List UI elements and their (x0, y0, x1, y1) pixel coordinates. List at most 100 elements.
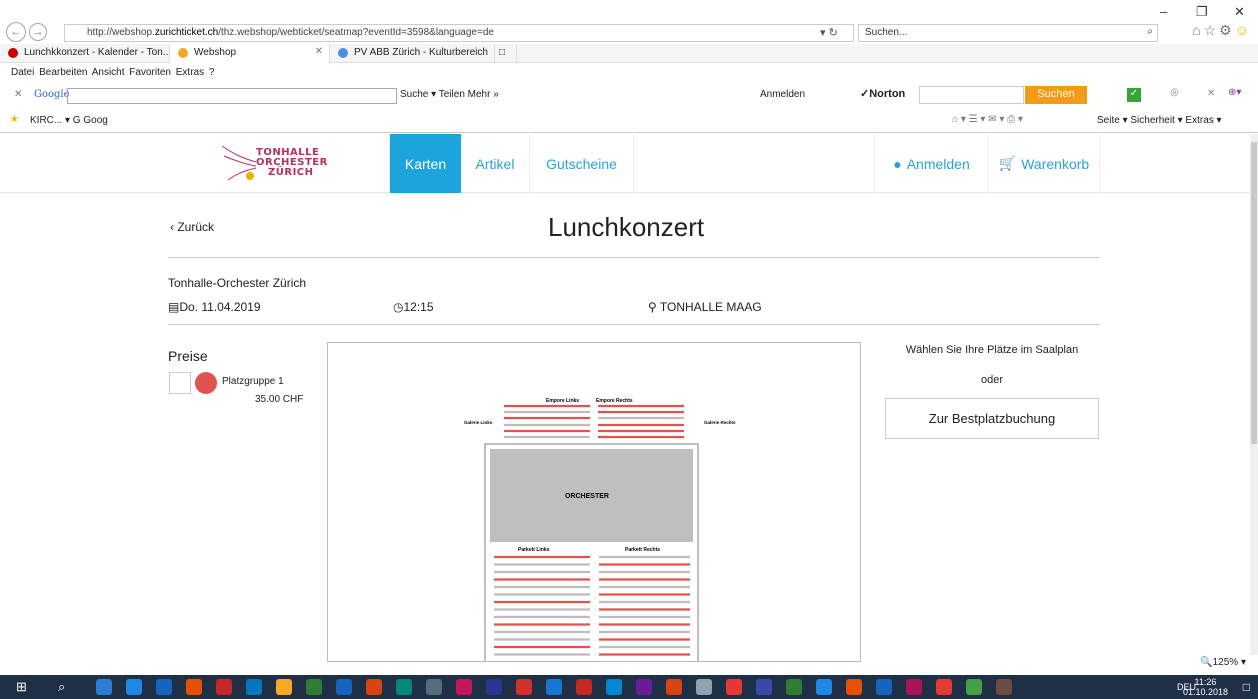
taskbar-app-icon[interactable] (336, 679, 352, 695)
taskbar-app-icon[interactable] (516, 679, 532, 695)
zoom-level[interactable]: 🔍125% ▾ (1200, 657, 1246, 668)
clock[interactable]: 11:26 01.10.2018 (1183, 677, 1228, 697)
taskbar-app-icon[interactable] (816, 679, 832, 695)
taskbar-app-icon[interactable] (726, 679, 742, 695)
taskbar-app-icon[interactable] (576, 679, 592, 695)
nav-warenkorb[interactable]: 🛒 Warenkorb (988, 134, 1100, 193)
back-icon[interactable]: ← (6, 22, 26, 42)
taskbar-app-icon[interactable] (996, 679, 1012, 695)
taskbar-app-icon[interactable] (186, 679, 202, 695)
taskbar-app-icon[interactable] (966, 679, 982, 695)
tab-favicon-icon (178, 48, 188, 58)
norton-logo: ✓Norton (860, 88, 906, 100)
check-icon[interactable]: ✓ (1127, 88, 1141, 102)
browser-search-field[interactable]: Suchen... ⌕ (858, 24, 1158, 42)
best-seat-button[interactable]: Zur Bestplatzbuchung (885, 398, 1099, 439)
taskbar-app-icon[interactable] (666, 679, 682, 695)
seat-map[interactable]: Empore Links Empore Rechts Galerie Links… (327, 342, 861, 662)
tab-2[interactable]: Webshop ✕ (170, 44, 330, 63)
taskbar-app-icon[interactable] (396, 679, 412, 695)
favorites-bar: ★ KIRC... ▾ G Goog ⌂ ▾ ☰ ▾ ✉ ▾ ⎙ ▾ Seite… (0, 111, 1258, 133)
taskbar-app-icon[interactable] (486, 679, 502, 695)
back-link[interactable]: ‹ Zurück (170, 220, 214, 234)
logo-swirl-icon (221, 145, 257, 181)
tab-close-icon[interactable]: ✕ (315, 46, 323, 57)
toolbar-close-icon[interactable]: ✕ (14, 89, 22, 100)
close-icon[interactable]: ✕ (1234, 4, 1245, 20)
cart-icon: 🛒 (998, 155, 1017, 171)
orchester-label: ORCHESTER (565, 493, 609, 500)
price-group-name: Platzgruppe 1 (222, 376, 284, 387)
taskbar-app-icon[interactable] (216, 679, 232, 695)
norton-search-button[interactable]: Suchen (1025, 86, 1087, 104)
restore-icon[interactable]: ❐ (1196, 4, 1208, 20)
home-feed-icons[interactable]: ⌂ ▾ ☰ ▾ ✉ ▾ ⎙ ▾ (952, 114, 1023, 125)
parkett-links-label: Parkett Links (518, 547, 550, 553)
taskbar-app-icon[interactable] (276, 679, 292, 695)
page-scrollbar[interactable] (1250, 134, 1258, 655)
anmelden-tool[interactable]: Anmelden (760, 89, 805, 100)
tab-3[interactable]: PV ABB Zürich - Kulturbereich (330, 44, 495, 63)
tab-1[interactable]: Lunchkkonzert - Kalender - Ton... (0, 44, 170, 63)
google-search-input[interactable] (67, 88, 397, 104)
calendar-icon: ▤ (168, 300, 180, 314)
taskbar-app-icon[interactable] (846, 679, 862, 695)
nav-karten[interactable]: Karten (389, 134, 461, 193)
refresh-icon[interactable]: ▾ ↻ (820, 26, 838, 39)
nav-anmelden[interactable]: ● Anmelden (874, 134, 988, 193)
favorites-star-icon[interactable]: ★ (10, 114, 19, 125)
taskbar-app-icon[interactable] (756, 679, 772, 695)
search-icon[interactable]: ⌕ (1147, 26, 1153, 37)
taskbar-app-icon[interactable] (636, 679, 652, 695)
google-actions[interactable]: Suche ▾ Teilen Mehr » (400, 89, 499, 100)
google-label: Google (34, 89, 70, 100)
start-icon[interactable]: ⊞ (16, 679, 27, 695)
nav-divider (633, 134, 634, 193)
taskbar-app-icon[interactable] (126, 679, 142, 695)
taskbar-app-icon[interactable] (306, 679, 322, 695)
page-title: Lunchkonzert (548, 212, 705, 242)
empore-links-label: Empore Links (546, 398, 579, 404)
taskbar-app-icon[interactable] (936, 679, 952, 695)
taskbar-search-icon[interactable]: ⌕ (58, 679, 65, 695)
nav-gutscheine[interactable]: Gutscheine (529, 134, 633, 193)
taskbar-app-icon[interactable] (426, 679, 442, 695)
seat-map-svg[interactable]: Empore Links Empore Rechts Galerie Links… (328, 343, 861, 662)
notification-icon[interactable]: □ (1243, 680, 1250, 694)
taskbar-app-icon[interactable] (156, 679, 172, 695)
taskbar-app-icon[interactable] (546, 679, 562, 695)
prices-heading: Preise (168, 348, 208, 364)
command-bar-menus[interactable]: Seite ▾ Sicherheit ▾ Extras ▾ (1097, 115, 1222, 126)
logo-text: TONHALLE ORCHESTER ZÜRICH (256, 147, 328, 178)
norton-search-input[interactable] (919, 86, 1024, 104)
forward-icon[interactable]: → (29, 23, 47, 41)
event-date: ▤Do. 11.04.2019 (168, 300, 261, 314)
taskbar-app-icon[interactable] (456, 679, 472, 695)
taskbar-app-icon[interactable] (246, 679, 262, 695)
close-norton-icon[interactable]: ✕ (1207, 88, 1215, 99)
nav-artikel[interactable]: Artikel (461, 134, 529, 193)
price-group-checkbox[interactable] (169, 372, 191, 394)
taskbar-app-icon[interactable] (366, 679, 382, 695)
taskbar-app-icon[interactable] (696, 679, 712, 695)
site-header: TONHALLE ORCHESTER ZÜRICH Karten Artikel… (0, 134, 1250, 193)
organizer: Tonhalle-Orchester Zürich (168, 276, 307, 290)
extension-icon[interactable]: ⊕▾ (1228, 87, 1241, 98)
favorites-items[interactable]: KIRC... ▾ G Goog (30, 115, 108, 126)
home-star-gear-icons[interactable]: ⌂☆⚙☺ (1192, 22, 1252, 39)
minimize-icon[interactable]: – (1160, 4, 1167, 19)
scrollbar-thumb[interactable] (1251, 142, 1257, 444)
price-group-color (195, 372, 217, 394)
divider (168, 257, 1100, 258)
taskbar-app-icon[interactable] (876, 679, 892, 695)
taskbar-app-icon[interactable] (906, 679, 922, 695)
taskbar-app-icon[interactable] (606, 679, 622, 695)
new-tab-button[interactable]: □ (495, 44, 517, 63)
norton-settings-icon[interactable]: ◎ (1170, 87, 1179, 98)
menu-bar[interactable]: Datei Bearbeiten Ansicht Favoriten Extra… (0, 64, 1258, 82)
taskbar-app-icon[interactable] (786, 679, 802, 695)
taskbar-app-icon[interactable] (96, 679, 112, 695)
url-field[interactable]: http://webshop.zurichticket.ch/thz.websh… (64, 24, 854, 42)
tonhalle-logo[interactable]: TONHALLE ORCHESTER ZÜRICH (220, 140, 340, 188)
price-group-price: 35.00 CHF (255, 394, 304, 405)
